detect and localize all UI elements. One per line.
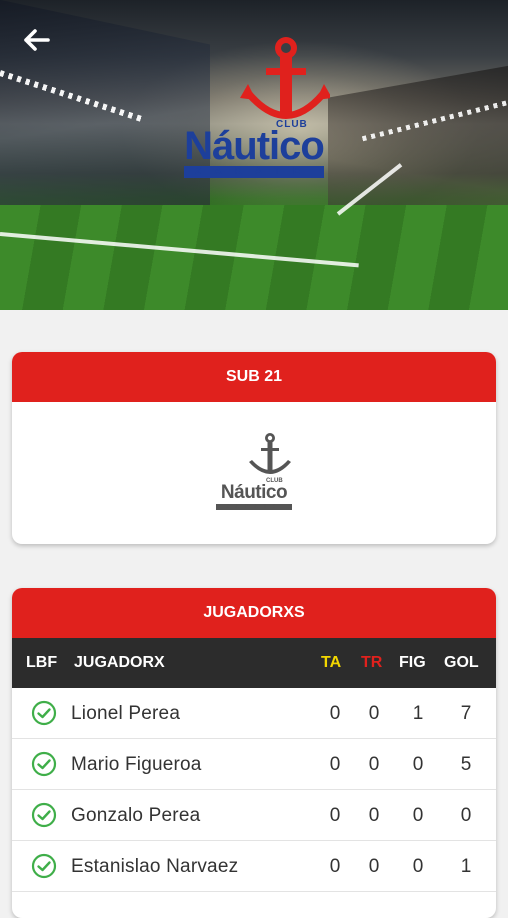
players-title: JUGADORXS	[12, 588, 496, 638]
player-fig: 0	[412, 805, 424, 826]
category-club-logo: CLUB Náutico ZARATE	[212, 432, 296, 516]
col-gol: GOL	[444, 654, 479, 671]
player-ta: 0	[329, 703, 341, 724]
player-fig: 0	[412, 754, 424, 775]
player-ta: 0	[329, 805, 341, 826]
players-card: JUGADORXS LBF JUGADORX TA TR FIG GOL Lio…	[12, 588, 496, 918]
player-ta: 0	[329, 856, 341, 877]
player-name: Estanislao Narvaez	[71, 856, 239, 877]
back-button[interactable]	[18, 22, 54, 58]
col-ta: TA	[321, 654, 342, 671]
table-row[interactable]: Gonzalo Perea 0 0 0 0	[12, 790, 496, 841]
col-tr: TR	[361, 654, 383, 671]
check-circle-icon	[31, 751, 57, 777]
category-title: SUB 21	[12, 352, 496, 402]
logo-city-text: ZARATE	[216, 504, 292, 510]
check-circle-icon	[31, 853, 57, 879]
table-row[interactable]: Mario Figueroa 0 0 0 5	[12, 739, 496, 790]
logo-city-text: ZARATE	[184, 166, 324, 178]
logo-name-text: Náutico	[220, 482, 288, 503]
player-ta: 0	[329, 754, 341, 775]
anchor-icon	[240, 37, 330, 119]
players-table-header: LBF JUGADORX TA TR FIG GOL	[12, 638, 496, 688]
check-circle-icon	[31, 700, 57, 726]
check-circle-icon	[31, 802, 57, 828]
col-fig: FIG	[399, 654, 426, 671]
category-card: SUB 21 CLUB Náutico ZARATE	[12, 352, 496, 544]
player-gol: 1	[460, 856, 472, 877]
arrow-left-icon	[24, 29, 50, 51]
player-fig: 0	[412, 856, 424, 877]
table-row[interactable]: Lionel Perea 0 0 1 7	[12, 688, 496, 739]
col-lbf: LBF	[26, 654, 58, 671]
hero-banner: CLUB Náutico ZARATE	[0, 0, 508, 310]
player-gol: 5	[460, 754, 472, 775]
logo-name-text: Náutico	[184, 124, 325, 168]
player-tr: 0	[368, 754, 380, 775]
club-logo: CLUB Náutico ZARATE	[178, 34, 330, 184]
anchor-icon	[249, 433, 291, 474]
table-row[interactable]: Estanislao Narvaez 0 0 0 1	[12, 841, 496, 892]
player-gol: 0	[460, 805, 472, 826]
player-tr: 0	[368, 703, 380, 724]
player-gol: 7	[460, 703, 472, 724]
player-name: Lionel Perea	[71, 703, 181, 724]
player-name: Gonzalo Perea	[71, 805, 201, 826]
player-name: Mario Figueroa	[71, 754, 202, 775]
player-tr: 0	[368, 805, 380, 826]
player-tr: 0	[368, 856, 380, 877]
player-fig: 1	[412, 703, 424, 724]
col-player: JUGADORX	[74, 654, 165, 671]
